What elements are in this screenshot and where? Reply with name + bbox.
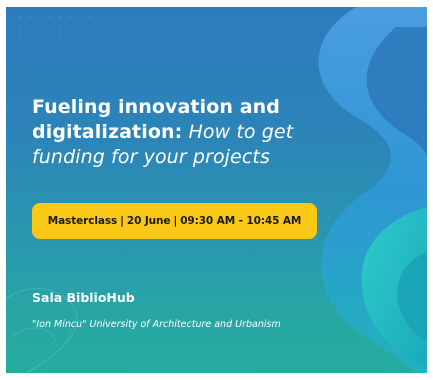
separator: | [120, 215, 124, 227]
event-type: Masterclass [47, 215, 118, 227]
page: Fueling innovation and digitalization: H… [0, 0, 433, 380]
event-details-pill: Masterclass | 20 June | 09:30 AM - 10:45 AM [32, 203, 317, 239]
event-headline: Fueling innovation and digitalization: H… [32, 95, 332, 170]
separator: | [173, 215, 178, 227]
dotted-pattern [19, 16, 91, 38]
event-time: 09:30 AM - 10:45 AM [180, 215, 302, 227]
event-date: 20 June [126, 215, 171, 227]
university-name: "Ion Mincu" University of Architecture a… [32, 319, 281, 330]
venue-name: Sala BiblioHub [32, 290, 135, 305]
event-banner: Fueling innovation and digitalization: H… [6, 7, 427, 373]
